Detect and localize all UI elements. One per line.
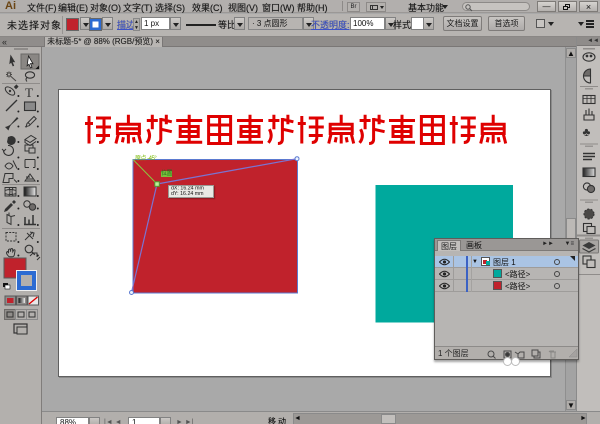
svg-text:♣: ♣ bbox=[583, 125, 591, 139]
svg-text:T: T bbox=[25, 85, 33, 100]
